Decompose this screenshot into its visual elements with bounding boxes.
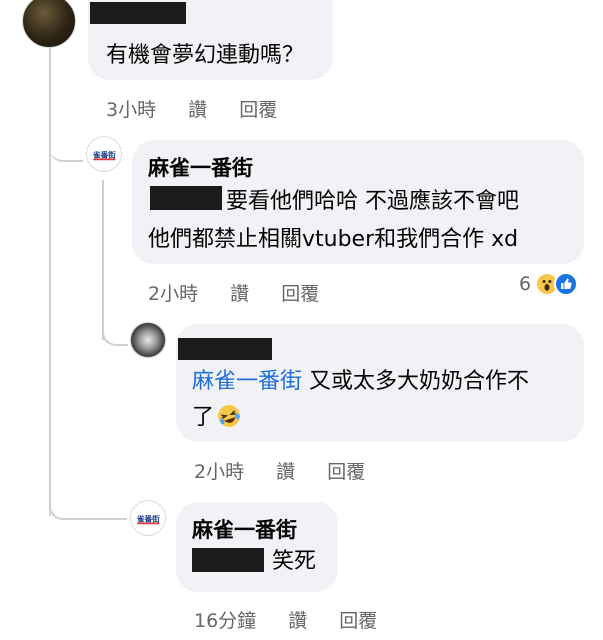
comment-text-3-end: 了 (192, 405, 215, 430)
comment-text-3-rest: 又或太多大奶奶合作不 (302, 369, 530, 394)
thread-line-main (49, 46, 51, 516)
like-button[interactable]: 讚 (188, 99, 207, 121)
mahjong-logo-icon: 雀番街 (92, 148, 116, 160)
redacted-author-name (178, 338, 272, 360)
comment-time[interactable]: 16分鐘 (194, 610, 256, 632)
thread-curve-reply-2 (102, 318, 128, 346)
reaction-summary[interactable]: 6 (519, 272, 579, 296)
laughing-emoji-icon (218, 405, 241, 427)
comment-author-2[interactable]: 麻雀一番街 (148, 152, 253, 182)
reaction-count: 6 (519, 273, 532, 295)
comment-time[interactable]: 2小時 (148, 283, 198, 305)
comment-text-2-line2: 他們都禁止相關vtuber和我們合作 xd (148, 227, 519, 252)
redacted-mention (150, 186, 222, 210)
comment-time[interactable]: 3小時 (106, 99, 156, 121)
mahjong-logo-icon: 雀番街 (136, 512, 160, 524)
reply-button[interactable]: 回覆 (327, 461, 365, 483)
like-button[interactable]: 讚 (276, 461, 295, 483)
redacted-mention (192, 548, 264, 572)
reply-button[interactable]: 回覆 (239, 99, 277, 121)
reply-button[interactable]: 回覆 (281, 283, 319, 305)
avatar-mahjong-page[interactable]: 雀番街 (86, 136, 122, 172)
comment-text-4: 笑死 (272, 549, 317, 574)
like-icon (554, 272, 579, 296)
comment-meta-1: 3小時 讚 回覆 (106, 95, 303, 122)
redacted-author-name (90, 2, 186, 24)
avatar-user-1[interactable] (22, 0, 76, 48)
like-button[interactable]: 讚 (230, 283, 249, 305)
comment-meta-2: 2小時 讚 回覆 (148, 279, 345, 306)
avatar-user-3[interactable] (130, 322, 166, 358)
comment-text-3-line1: 麻雀一番街 又或太多大奶奶合作不 (192, 364, 529, 400)
comment-author-4[interactable]: 麻雀一番街 (192, 514, 297, 544)
comment-text-1: 有機會夢幻連動嗎？ (106, 43, 305, 68)
avatar-mahjong-page[interactable]: 雀番街 (130, 500, 166, 536)
reply-button[interactable]: 回覆 (339, 610, 377, 632)
mention-link[interactable]: 麻雀一番街 (192, 369, 302, 394)
comment-meta-3: 2小時 讚 回覆 (194, 457, 391, 484)
comment-text-2-line1: 要看他們哈哈 不過應該不會吧 (226, 189, 519, 214)
comment-meta-4: 16分鐘 讚 回覆 (194, 606, 403, 633)
comment-time[interactable]: 2小時 (194, 461, 244, 483)
thread-curve-reply-1 (49, 130, 83, 162)
thread-line-reply-1 (102, 180, 104, 340)
svg-text:雀番街: 雀番街 (136, 513, 160, 523)
comment-text-3-line2: 了 (192, 400, 242, 436)
like-button[interactable]: 讚 (288, 610, 307, 632)
svg-text:雀番街: 雀番街 (92, 149, 116, 159)
thread-curve-reply-3 (49, 492, 127, 520)
